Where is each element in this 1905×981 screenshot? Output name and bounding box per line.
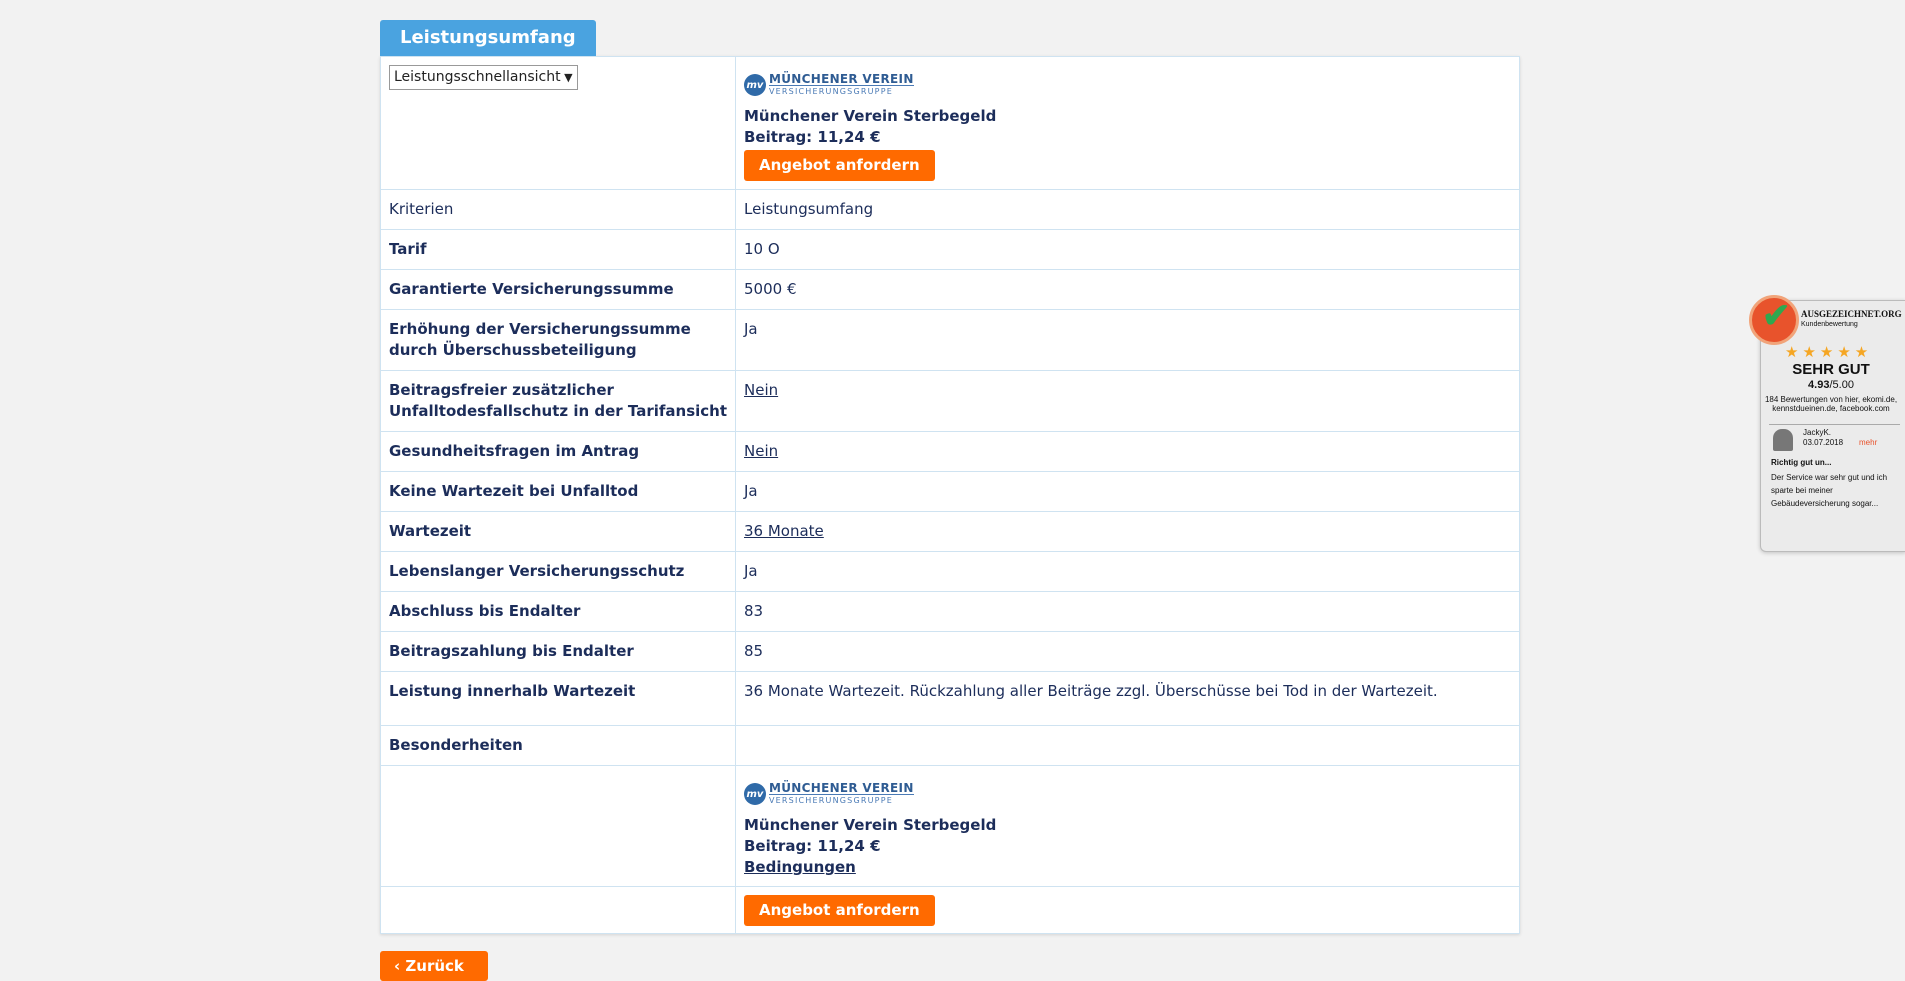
product-premium: Beitrag: 11,24 €: [744, 128, 881, 146]
row-label: Garantierte Versicherungssumme: [381, 269, 736, 310]
product-premium: Beitrag: 11,24 €: [744, 837, 881, 855]
review-title: Richtig gut un...: [1771, 458, 1832, 467]
table-row: Wartezeit 36 Monate: [381, 511, 1519, 552]
logo-sub-text: VERSICHERUNGSGRUPPE: [769, 84, 914, 97]
table-row: Lebenslanger Versicherungsschutz Ja: [381, 551, 1519, 592]
table-row: mv MÜNCHENER VEREIN VERSICHERUNGSGRUPPE …: [381, 765, 1519, 887]
row-value: 10 O: [735, 229, 1519, 270]
table-row: Abschluss bis Endalter 83: [381, 591, 1519, 632]
table-row: Leistung innerhalb Wartezeit 36 Monate W…: [381, 671, 1519, 726]
table-row: Beitragszahlung bis Endalter 85: [381, 631, 1519, 672]
table-row: Besonderheiten: [381, 725, 1519, 766]
back-button[interactable]: ‹ Zurück: [380, 951, 488, 981]
product-footer-cell: mv MÜNCHENER VEREIN VERSICHERUNGSGRUPPE …: [735, 765, 1519, 887]
table-row: Gesundheitsfragen im Antrag Nein: [381, 431, 1519, 472]
row-value: 5000 €: [735, 269, 1519, 310]
row-label: Tarif: [381, 229, 736, 270]
widget-score: 4.93/5.00: [1761, 379, 1901, 391]
empty-cell: [381, 765, 736, 887]
widget-grade: SEHR GUT: [1792, 361, 1870, 378]
table-header-row: Kriterien Leistungsumfang: [381, 189, 1519, 230]
coverage-header: Leistungsumfang: [735, 189, 1519, 230]
row-label: Erhöhung der Versicherungssumme durch Üb…: [381, 309, 736, 371]
checkmark-icon: ✔: [1762, 297, 1791, 335]
accident-cover-link[interactable]: Nein: [744, 381, 778, 399]
table-row: Tarif 10 O: [381, 229, 1519, 270]
reviewer-info: JackyK. 03.07.2018: [1803, 428, 1843, 448]
table-row: Keine Wartezeit bei Unfalltod Ja: [381, 471, 1519, 512]
row-label: Beitragszahlung bis Endalter: [381, 631, 736, 672]
row-label: Lebenslanger Versicherungsschutz: [381, 551, 736, 592]
empty-cell: [381, 886, 736, 933]
row-value-cell: 36 Monate: [735, 511, 1519, 552]
product-name: Münchener Verein Sterbegeld: [744, 107, 997, 125]
product-name: Münchener Verein Sterbegeld: [744, 816, 997, 834]
row-value-cell: Nein: [735, 370, 1519, 432]
comparison-table: Leistungsschnellansicht ▼ mv MÜNCHENER V…: [381, 57, 1519, 933]
back-button-label: Zurück: [405, 957, 464, 975]
request-offer-button-bottom[interactable]: Angebot anfordern: [744, 895, 935, 926]
row-value: Ja: [735, 471, 1519, 512]
logo-main-text: MÜNCHENER VEREIN: [769, 71, 914, 86]
review-date: 03.07.2018: [1803, 438, 1844, 447]
tab-leistungsumfang[interactable]: Leistungsumfang: [380, 20, 596, 56]
row-value: Ja: [735, 551, 1519, 592]
widget-review-count: 184 Bewertungen von hier, ekomi.de, kenn…: [1764, 395, 1898, 413]
row-value: Ja: [735, 309, 1519, 371]
reviewer-name: JackyK.: [1803, 428, 1832, 437]
row-label: Gesundheitsfragen im Antrag: [381, 431, 736, 472]
row-label: Abschluss bis Endalter: [381, 591, 736, 632]
chevron-left-icon: ‹: [394, 957, 406, 975]
row-value: 83: [735, 591, 1519, 632]
table-row: Angebot anfordern: [381, 886, 1520, 934]
rating-widget[interactable]: ✔ AUSGEZEICHNET.ORG Kundenbewertung ★★★★…: [1749, 295, 1905, 552]
row-label: Besonderheiten: [381, 725, 736, 766]
seal-icon: ✔: [1749, 295, 1799, 345]
row-value: 36 Monate Wartezeit. Rückzahlung aller B…: [735, 671, 1519, 726]
table-row: Beitragsfreier zusätzlicher Unfalltodesf…: [381, 370, 1519, 432]
row-value: 85: [735, 631, 1519, 672]
more-link[interactable]: mehr: [1859, 438, 1877, 447]
row-label: Wartezeit: [381, 511, 736, 552]
row-value-cell: Nein: [735, 431, 1519, 472]
score-max: /5.00: [1829, 379, 1854, 391]
criteria-header: Kriterien: [381, 189, 736, 230]
view-select-cell: Leistungsschnellansicht ▼: [381, 57, 736, 190]
logo-badge: mv: [744, 74, 766, 96]
table-row: Leistungsschnellansicht ▼ mv MÜNCHENER V…: [381, 57, 1519, 190]
waiting-period-link[interactable]: 36 Monate: [744, 522, 824, 540]
view-select-value: Leistungsschnellansicht: [394, 69, 561, 85]
score-value: 4.93: [1808, 379, 1830, 391]
view-select[interactable]: Leistungsschnellansicht ▼: [389, 65, 578, 90]
insurer-logo: mv MÜNCHENER VEREIN VERSICHERUNGSGRUPPE: [744, 779, 1511, 809]
row-label: Beitragsfreier zusätzlicher Unfalltodesf…: [381, 370, 736, 432]
widget-subtitle: Kundenbewertung: [1801, 321, 1858, 328]
logo-main-text: MÜNCHENER VEREIN: [769, 780, 914, 795]
table-row: Erhöhung der Versicherungssumme durch Üb…: [381, 309, 1519, 371]
conditions-link[interactable]: Bedingungen: [744, 858, 856, 876]
comparison-panel: Leistungsschnellansicht ▼ mv MÜNCHENER V…: [380, 56, 1520, 934]
caret-down-icon: ▼: [564, 71, 573, 84]
comparison-section: Leistungsumfang Leistungsschnellansicht …: [380, 20, 1520, 934]
row-label: Leistung innerhalb Wartezeit: [381, 671, 736, 726]
table-row: Garantierte Versicherungssumme 5000 €: [381, 269, 1519, 310]
cta-cell: Angebot anfordern: [736, 887, 1520, 934]
widget-brand: AUSGEZEICHNET.ORG: [1801, 309, 1902, 319]
health-questions-link[interactable]: Nein: [744, 442, 778, 460]
avatar: [1773, 429, 1793, 451]
star-rating-icon: ★★★★★: [1785, 344, 1873, 361]
insurer-logo: mv MÜNCHENER VEREIN VERSICHERUNGSGRUPPE: [744, 70, 1511, 100]
row-label: Keine Wartezeit bei Unfalltod: [381, 471, 736, 512]
request-offer-button[interactable]: Angebot anfordern: [744, 150, 935, 181]
product-header-cell: mv MÜNCHENER VEREIN VERSICHERUNGSGRUPPE …: [735, 57, 1519, 190]
row-value: [735, 725, 1519, 766]
logo-sub-text: VERSICHERUNGSGRUPPE: [769, 793, 914, 806]
review-text: Der Service war sehr gut und ich sparte …: [1771, 473, 1888, 508]
logo-badge: mv: [744, 783, 766, 805]
